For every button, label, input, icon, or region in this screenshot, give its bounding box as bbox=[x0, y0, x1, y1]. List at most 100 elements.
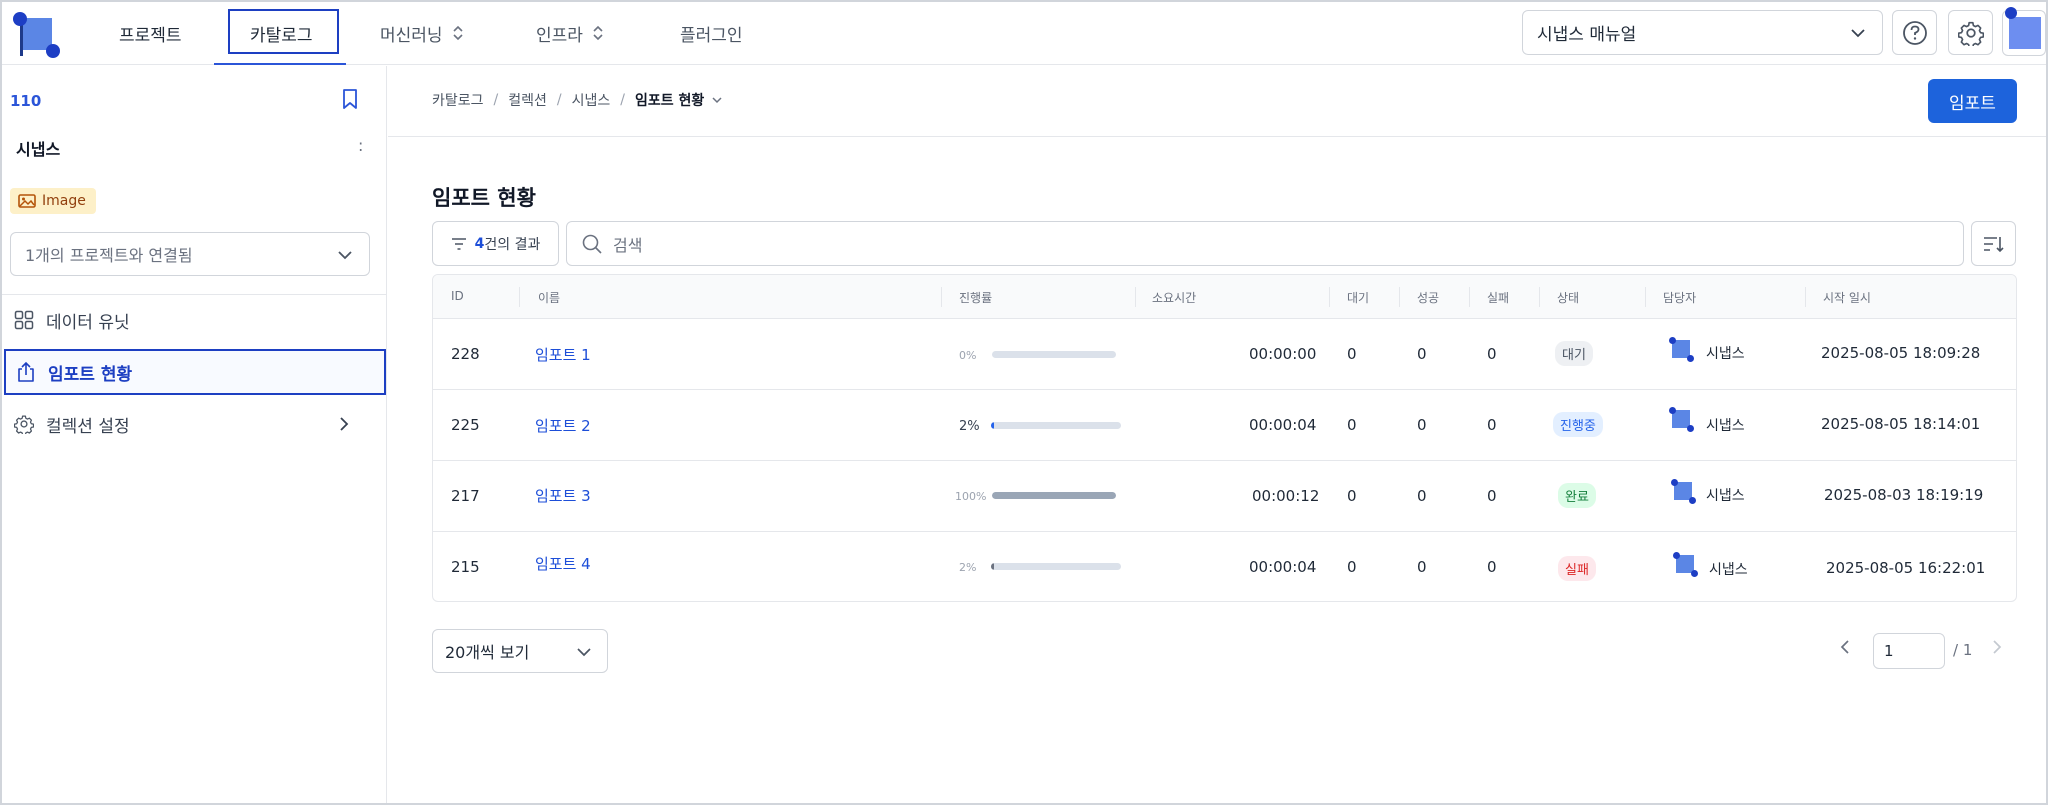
page-number-value: 1 bbox=[1884, 642, 1894, 660]
page-total: / 1 bbox=[1953, 641, 1973, 659]
progress-label: 0% bbox=[959, 349, 977, 362]
column-header[interactable]: 실패 bbox=[1487, 289, 1509, 306]
chevron-right-icon bbox=[340, 417, 349, 431]
status-badge: 실패 bbox=[1558, 556, 1596, 581]
column-header[interactable]: 소요시간 bbox=[1152, 289, 1196, 306]
prev-page-button[interactable] bbox=[1836, 637, 1854, 661]
sidebar-item-import-status[interactable]: 임포트 현황 bbox=[4, 349, 386, 395]
chevron-down-icon bbox=[577, 648, 591, 657]
result-count: 4 bbox=[474, 235, 485, 252]
bookmark-button[interactable] bbox=[340, 88, 360, 114]
nav-item-infra[interactable]: 인프라 bbox=[536, 2, 605, 64]
type-tag-label: Image bbox=[42, 193, 86, 209]
sidebar-item-collection-settings[interactable]: 컬렉션 설정 bbox=[4, 401, 386, 447]
nav-item-ml[interactable]: 머신러닝 bbox=[380, 2, 465, 64]
cell-wait: 0 bbox=[1347, 345, 1357, 363]
owner-avatar bbox=[1671, 479, 1696, 504]
cell-id: 225 bbox=[451, 416, 480, 434]
search-input[interactable]: 검색 bbox=[566, 221, 1964, 266]
help-button[interactable] bbox=[1892, 10, 1937, 55]
import-table: ID 이름 진행률 소요시간 대기 성공 실패 상태 담당자 시작 일시 228… bbox=[432, 274, 2017, 602]
progress-bar bbox=[992, 492, 1116, 499]
grid-icon bbox=[14, 310, 34, 330]
progress-bar bbox=[991, 563, 1121, 570]
nav-item-label: 인프라 bbox=[536, 25, 583, 46]
breadcrumb-item[interactable]: 시냅스 bbox=[572, 90, 611, 110]
table-row[interactable]: 225 임포트 2 2% 00:00:04 0 0 0 진행중 시냅스 2025… bbox=[433, 391, 2016, 461]
result-count-suffix: 건의 결과 bbox=[484, 236, 541, 253]
app-logo[interactable] bbox=[13, 12, 60, 58]
chevron-down-icon bbox=[1851, 29, 1865, 38]
breadcrumb-item[interactable]: 카탈로그 bbox=[432, 90, 484, 110]
manual-select[interactable]: 시냅스 매뉴얼 bbox=[1522, 10, 1883, 55]
cell-duration: 00:00:00 bbox=[1249, 345, 1317, 363]
upload-icon bbox=[18, 361, 34, 382]
breadcrumb-separator: / bbox=[556, 92, 562, 108]
chevron-updown-icon bbox=[593, 25, 603, 41]
breadcrumb-item[interactable]: 컬렉션 bbox=[508, 90, 547, 110]
filter-button[interactable]: 4 건의 결과 bbox=[432, 221, 559, 266]
import-button[interactable]: 임포트 bbox=[1928, 79, 2017, 123]
chevron-down-icon[interactable] bbox=[710, 93, 724, 107]
cell-fail: 0 bbox=[1487, 487, 1497, 505]
cell-owner: 시냅스 bbox=[1706, 346, 1745, 362]
cell-name-link[interactable]: 임포트 2 bbox=[535, 415, 591, 436]
cell-name-link[interactable]: 임포트 1 bbox=[535, 344, 591, 365]
sidebar-item-data-units[interactable]: 데이터 유닛 bbox=[4, 297, 386, 343]
progress-label: 100% bbox=[955, 490, 987, 503]
column-header[interactable]: 대기 bbox=[1347, 289, 1369, 306]
breadcrumb: 카탈로그 / 컬렉션 / 시냅스 / 임포트 현황 bbox=[432, 90, 724, 110]
cell-name-link[interactable]: 임포트 4 bbox=[535, 553, 591, 574]
nav-item-plugins[interactable]: 플러그인 bbox=[680, 2, 743, 64]
page-size-select[interactable]: 20개씩 보기 bbox=[432, 629, 608, 673]
table-row[interactable]: 217 임포트 3 100% 00:00:12 0 0 0 완료 시냅스 202… bbox=[433, 462, 2016, 532]
nav-item-label: 머신러닝 bbox=[380, 25, 443, 46]
gear-icon bbox=[14, 415, 34, 434]
column-header[interactable]: 성공 bbox=[1417, 289, 1439, 306]
manual-select-value: 시냅스 매뉴얼 bbox=[1537, 25, 1637, 45]
user-avatar[interactable] bbox=[2002, 7, 2046, 56]
top-nav: 프로젝트 카탈로그 머신러닝 인프라 플러그인 시냅스 매뉴얼 bbox=[2, 2, 2046, 65]
column-header[interactable]: 상태 bbox=[1557, 289, 1579, 306]
chevron-left-icon bbox=[1840, 640, 1849, 654]
cell-owner: 시냅스 bbox=[1709, 562, 1748, 578]
column-header[interactable]: 시작 일시 bbox=[1823, 289, 1871, 306]
nav-item-projects[interactable]: 프로젝트 bbox=[119, 2, 182, 64]
cell-success: 0 bbox=[1417, 558, 1427, 576]
cell-owner: 시냅스 bbox=[1706, 418, 1745, 434]
header-divider bbox=[388, 136, 2046, 137]
breadcrumb-current[interactable]: 임포트 현황 bbox=[635, 90, 704, 110]
cell-started: 2025-08-03 18:19:19 bbox=[1824, 486, 1984, 504]
breadcrumb-separator: / bbox=[620, 92, 625, 108]
search-placeholder: 검색 bbox=[613, 235, 643, 255]
cell-wait: 0 bbox=[1347, 416, 1357, 434]
more-menu-button[interactable]: : bbox=[358, 136, 363, 155]
next-page-button[interactable] bbox=[1988, 637, 2006, 661]
cell-fail: 0 bbox=[1487, 416, 1497, 434]
nav-item-catalog[interactable]: 카탈로그 bbox=[250, 2, 313, 64]
sort-button[interactable] bbox=[1971, 221, 2016, 266]
cell-fail: 0 bbox=[1487, 345, 1497, 363]
chevron-down-icon bbox=[338, 251, 352, 260]
column-header[interactable]: 진행률 bbox=[959, 289, 992, 306]
settings-button[interactable] bbox=[1948, 10, 1993, 55]
column-header[interactable]: 이름 bbox=[538, 289, 560, 306]
column-header[interactable]: 담당자 bbox=[1663, 289, 1696, 306]
cell-fail: 0 bbox=[1487, 558, 1497, 576]
table-row[interactable]: 215 임포트 4 2% 00:00:04 0 0 0 실패 시냅스 2025-… bbox=[433, 533, 2016, 601]
page-size-value: 20개씩 보기 bbox=[445, 643, 530, 662]
cell-owner: 시냅스 bbox=[1706, 488, 1745, 504]
cell-name-link[interactable]: 임포트 3 bbox=[535, 485, 591, 506]
bookmark-icon bbox=[343, 89, 357, 109]
image-icon bbox=[18, 194, 36, 208]
project-select[interactable]: 1개의 프로젝트와 연결됨 bbox=[10, 232, 370, 276]
page-number-input[interactable]: 1 bbox=[1873, 633, 1945, 669]
table-row[interactable]: 228 임포트 1 0% 00:00:00 0 0 0 대기 시냅스 2025-… bbox=[433, 320, 2016, 390]
cell-success: 0 bbox=[1417, 345, 1427, 363]
collection-name: 시냅스 bbox=[16, 140, 61, 159]
column-header[interactable]: ID bbox=[451, 289, 464, 303]
cell-duration: 00:00:04 bbox=[1249, 558, 1317, 576]
sidebar-item-label: 데이터 유닛 bbox=[46, 312, 130, 333]
cell-id: 217 bbox=[451, 487, 480, 505]
status-badge: 완료 bbox=[1558, 483, 1596, 508]
